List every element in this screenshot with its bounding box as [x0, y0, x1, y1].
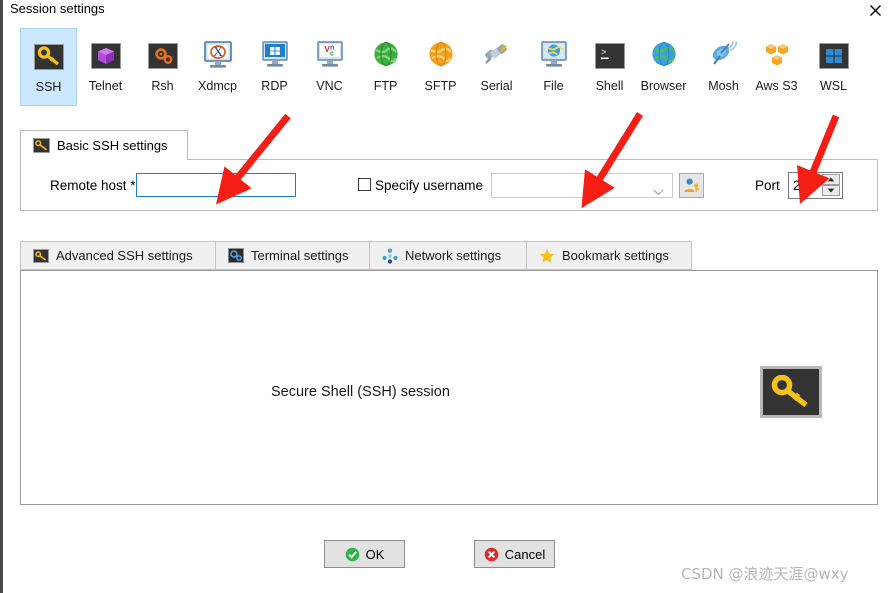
check-circle-icon: [345, 547, 360, 562]
protocol-sftp[interactable]: SFTP: [412, 28, 469, 106]
x-circle-icon: [484, 547, 499, 562]
protocol-file-label: File: [543, 79, 564, 93]
specify-username-checkbox[interactable]: [358, 178, 371, 191]
protocol-rdp[interactable]: RDP: [246, 28, 303, 106]
port-input[interactable]: [793, 178, 823, 193]
protocol-awss3[interactable]: Aws S3: [748, 28, 805, 106]
xdmcp-monitor-icon: X: [202, 39, 234, 71]
telnet-cube-icon: [90, 39, 122, 71]
shell-terminal-icon: >: [594, 39, 626, 71]
terminal-icon: [228, 248, 244, 264]
rdp-monitor-icon: [259, 39, 291, 71]
protocol-serial[interactable]: Serial: [468, 28, 525, 106]
protocol-toolbar: SSH Telnet Rsh X Xdmcp RDP Vn c VNC FTP SFTP Serial…: [3, 28, 893, 108]
protocol-ssh-label: SSH: [35, 80, 62, 94]
remote-host-input[interactable]: [136, 173, 296, 197]
session-content-panel: Secure Shell (SSH) session: [20, 270, 878, 505]
protocol-shell-label: Shell: [595, 79, 624, 93]
session-description: Secure Shell (SSH) session: [271, 384, 450, 400]
protocol-telnet[interactable]: Telnet: [77, 28, 134, 106]
protocol-mosh[interactable]: Mosh: [695, 28, 752, 106]
svg-text:c: c: [330, 50, 334, 57]
vnc-monitor-icon: Vnc: [314, 39, 346, 71]
protocol-vnc-label: VNC: [316, 79, 343, 93]
protocol-ftp-label: FTP: [373, 79, 398, 93]
tab-network[interactable]: Network settings: [369, 241, 527, 270]
ftp-globe-icon: [370, 39, 402, 71]
protocol-sftp-label: SFTP: [424, 79, 457, 93]
window-title: Session settings: [10, 1, 105, 16]
ssh-key-icon: [33, 248, 49, 264]
star-icon: [539, 248, 555, 264]
protocol-serial-label: Serial: [480, 79, 513, 93]
watermark-text: CSDN @浪迹天涯@wxy: [681, 565, 849, 583]
port-spinner[interactable]: [788, 172, 843, 199]
svg-text:>: >: [601, 48, 606, 58]
tab-bookmark[interactable]: Bookmark settings: [526, 241, 692, 270]
ssh-key-icon: [760, 366, 822, 418]
serial-plug-icon: [481, 39, 513, 71]
mosh-antenna-icon: [708, 39, 740, 71]
remote-host-label: Remote host *: [50, 178, 136, 193]
protocol-xdmcp[interactable]: X Xdmcp: [189, 28, 246, 106]
protocol-wsl-label: WSL: [819, 79, 848, 93]
protocol-ssh[interactable]: SSH: [20, 28, 77, 106]
ssh-key-icon: [33, 40, 65, 72]
ok-button-label: OK: [365, 546, 385, 562]
tab-network-label: Network settings: [405, 248, 502, 263]
port-label: Port: [755, 178, 780, 193]
username-combobox[interactable]: [491, 173, 673, 198]
aws-s3-boxes-icon: [761, 39, 793, 71]
browser-globe-icon: [648, 39, 680, 71]
protocol-vnc[interactable]: Vn c VNC: [301, 28, 358, 106]
protocol-rsh-label: Rsh: [151, 79, 174, 93]
cancel-button[interactable]: Cancel: [474, 540, 555, 568]
ssh-key-icon: [33, 138, 50, 153]
cancel-button-label: Cancel: [504, 546, 546, 562]
spinner-down-icon[interactable]: [822, 185, 840, 196]
title-bar: Session settings: [3, 0, 893, 22]
wsl-windows-icon: [818, 39, 850, 71]
user-key-button[interactable]: [679, 173, 704, 198]
tab-terminal[interactable]: Terminal settings: [215, 241, 370, 270]
tab-terminal-label: Terminal settings: [251, 248, 349, 263]
protocol-rsh[interactable]: Rsh: [134, 28, 191, 106]
protocol-mosh-label: Mosh: [708, 79, 739, 93]
sftp-globe-icon: [425, 39, 457, 71]
protocol-file[interactable]: File: [525, 28, 582, 106]
protocol-browser-label: Browser: [640, 79, 687, 93]
chevron-down-icon[interactable]: [653, 183, 664, 201]
protocol-awss3-label: Aws S3: [755, 79, 798, 93]
session-settings-dialog: Session settings SSH Telnet Rsh X Xdmcp RDP Vn…: [0, 0, 893, 593]
network-dots-icon: [382, 248, 398, 264]
tab-advanced-ssh[interactable]: Advanced SSH settings: [20, 241, 216, 270]
protocol-xdmcp-label: Xdmcp: [198, 79, 237, 93]
protocol-ftp[interactable]: FTP: [357, 28, 414, 106]
tab-advanced-ssh-label: Advanced SSH settings: [56, 248, 193, 263]
protocol-wsl[interactable]: WSL: [805, 28, 862, 106]
spinner-up-icon[interactable]: [822, 174, 840, 185]
tab-basic-ssh-settings[interactable]: Basic SSH settings: [20, 130, 188, 160]
protocol-telnet-label: Telnet: [88, 79, 123, 93]
ok-button[interactable]: OK: [324, 540, 405, 568]
protocol-browser[interactable]: Browser: [635, 28, 692, 106]
protocol-shell[interactable]: > Shell: [581, 28, 638, 106]
tab-bookmark-label: Bookmark settings: [562, 248, 669, 263]
close-icon[interactable]: [862, 0, 888, 20]
tab-basic-ssh-label: Basic SSH settings: [57, 138, 168, 153]
file-monitor-icon: [538, 39, 570, 71]
specify-username-label[interactable]: Specify username: [375, 178, 483, 193]
protocol-rdp-label: RDP: [261, 79, 288, 93]
rsh-gears-icon: [147, 39, 179, 71]
